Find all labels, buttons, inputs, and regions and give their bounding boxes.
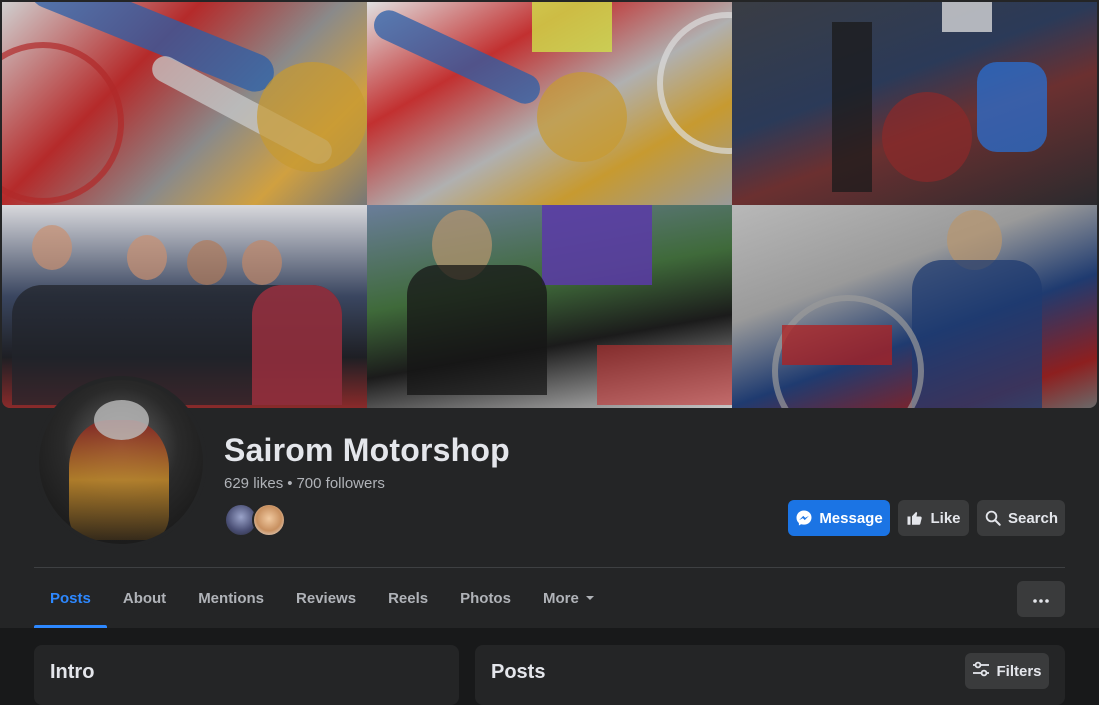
follower-avatar[interactable]: [252, 503, 286, 537]
tab-posts[interactable]: Posts: [34, 568, 107, 628]
filters-button[interactable]: Filters: [965, 653, 1049, 689]
thumbs-up-icon: [906, 509, 924, 527]
cover-photo[interactable]: [2, 2, 1097, 408]
like-button-label: Like: [930, 509, 961, 527]
posts-card: Posts Filters: [475, 645, 1065, 705]
tab-more[interactable]: More: [527, 568, 611, 628]
intro-title: Intro: [50, 661, 95, 683]
tab-photos[interactable]: Photos: [444, 568, 527, 628]
cover-photo-tile: [367, 2, 732, 205]
page-title: Sairom Motorshop: [224, 432, 510, 468]
page-tabs: Posts About Mentions Reviews Reels Photo…: [34, 568, 611, 628]
followers-count[interactable]: 700 followers: [296, 475, 384, 492]
messenger-icon: [795, 509, 813, 527]
cover-photo-tile: [732, 2, 1097, 205]
intro-card: Intro: [34, 645, 459, 705]
profile-picture-frame[interactable]: [35, 376, 207, 548]
search-button[interactable]: Search: [977, 500, 1065, 536]
tab-reviews[interactable]: Reviews: [280, 568, 372, 628]
cover-photo-tile: [2, 205, 367, 408]
cover-photo-tile: [2, 2, 367, 205]
posts-title: Posts: [491, 661, 546, 683]
profile-picture[interactable]: [39, 380, 203, 544]
like-button[interactable]: Like: [898, 500, 969, 536]
tab-mentions[interactable]: Mentions: [182, 568, 280, 628]
more-options-button[interactable]: [1017, 581, 1065, 617]
ellipsis-icon: [1033, 590, 1049, 608]
follower-avatars[interactable]: [224, 503, 286, 537]
sliders-icon: [972, 661, 990, 681]
cover-photo-tile: [732, 205, 1097, 408]
page-stats: 629 likes • 700 followers: [224, 475, 385, 492]
likes-count[interactable]: 629 likes: [224, 475, 283, 492]
filters-button-label: Filters: [996, 662, 1042, 680]
search-button-label: Search: [1007, 509, 1059, 527]
cover-photo-tile: [367, 205, 732, 408]
search-icon: [984, 509, 1002, 527]
tab-about[interactable]: About: [107, 568, 182, 628]
message-button[interactable]: Message: [788, 500, 890, 536]
caret-down-icon: [585, 590, 595, 607]
tab-reels[interactable]: Reels: [372, 568, 444, 628]
message-button-label: Message: [819, 509, 883, 527]
